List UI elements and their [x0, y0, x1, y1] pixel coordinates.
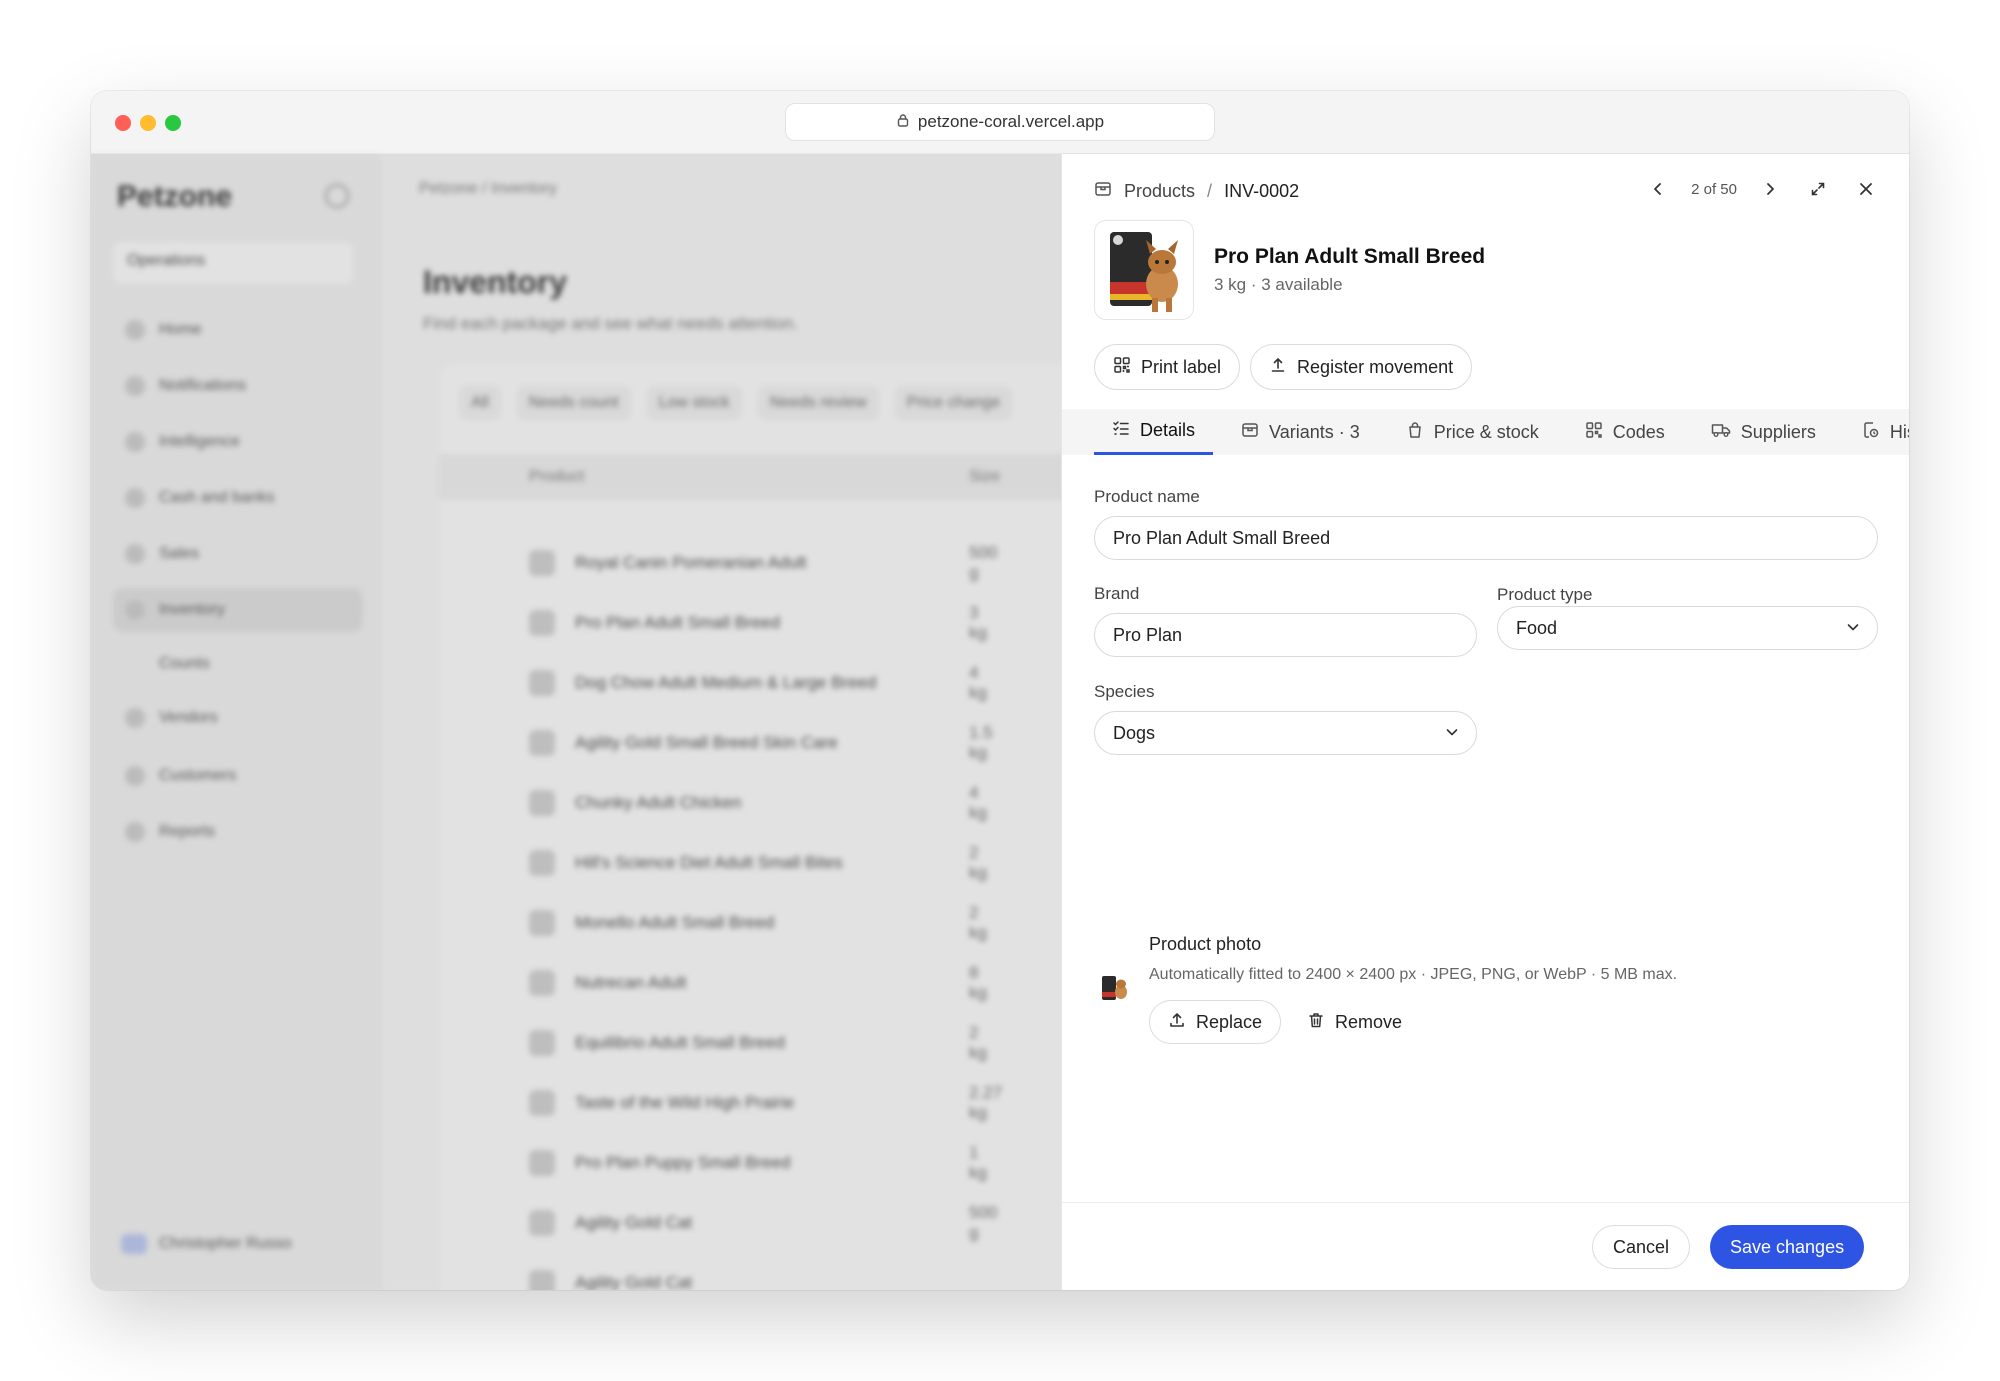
- brand-label: Brand: [1094, 584, 1140, 603]
- product-subtitle: 3 kg · 3 available: [1214, 275, 1343, 294]
- maximize-window-button[interactable]: [165, 115, 181, 131]
- product-title: Pro Plan Adult Small Breed: [1214, 245, 1486, 268]
- drawer-header: Products / INV-0002 2 of 50: [1062, 154, 1909, 230]
- register-movement-button[interactable]: Register movement: [1250, 344, 1473, 390]
- tab-history[interactable]: History: [1844, 409, 1909, 455]
- print-label-button[interactable]: Print label: [1094, 344, 1241, 390]
- breadcrumb: Products / INV-0002: [1094, 180, 1299, 203]
- trash-icon: [1307, 1011, 1325, 1034]
- file-clock-icon: [1862, 421, 1880, 444]
- product-name-input[interactable]: Pro Plan Adult Small Breed: [1094, 516, 1878, 560]
- chevron-down-icon: [1845, 619, 1861, 640]
- box-icon: [1094, 180, 1112, 203]
- photo-preview: [1098, 972, 1130, 1004]
- product-thumbnail: [1094, 220, 1194, 320]
- expand-icon[interactable]: [1803, 174, 1833, 204]
- tab-suppliers[interactable]: Suppliers: [1693, 409, 1834, 455]
- qr-code-icon: [1113, 356, 1131, 379]
- upload-icon: [1269, 356, 1287, 379]
- chevron-left-icon[interactable]: [1643, 174, 1673, 204]
- breadcrumb-current: INV-0002: [1224, 181, 1300, 201]
- pager-count: 2 of 50: [1691, 180, 1737, 198]
- tab-variants[interactable]: Variants · 3: [1223, 409, 1378, 455]
- drawer-tabs: Details Variants · 3 Price & stock Codes: [1062, 409, 1909, 455]
- replace-photo-button[interactable]: Replace: [1149, 1000, 1282, 1044]
- truck-icon: [1711, 421, 1731, 444]
- product-type-label: Product type: [1497, 585, 1593, 604]
- list-check-icon: [1112, 419, 1130, 442]
- product-type-select[interactable]: Food: [1497, 606, 1878, 650]
- product-image: [1110, 232, 1178, 312]
- product-summary: Pro Plan Adult Small Breed 3 kg · 3 avai…: [1094, 220, 1485, 320]
- qr-code-icon: [1585, 421, 1603, 444]
- product-name-label: Product name: [1094, 487, 1200, 506]
- box-icon: [1241, 421, 1259, 444]
- browser-titlebar: petzone-coral.vercel.app: [91, 91, 1909, 154]
- shopping-bag-icon: [1406, 421, 1424, 444]
- drawer-actions: Print label Register movement: [1094, 344, 1473, 390]
- address-bar[interactable]: petzone-coral.vercel.app: [785, 103, 1215, 141]
- product-drawer: Products / INV-0002 2 of 50 Pro Plan Adu…: [1061, 154, 1909, 1290]
- product-text: Pro Plan Adult Small Breed 3 kg · 3 avai…: [1214, 245, 1485, 295]
- breadcrumb-separator: /: [1207, 181, 1213, 201]
- modal-backdrop[interactable]: [91, 154, 1061, 1290]
- chevron-right-icon[interactable]: [1755, 174, 1785, 204]
- lock-icon: [896, 112, 910, 132]
- photo-description: Automatically fitted to 2400 × 2400 px ·…: [1149, 966, 1678, 983]
- record-pager: 2 of 50: [1643, 174, 1881, 204]
- brand-input[interactable]: Pro Plan: [1094, 613, 1477, 657]
- save-changes-button[interactable]: Save changes: [1710, 1225, 1865, 1269]
- photo-title: Product photo: [1149, 934, 1262, 954]
- photo-actions: Replace Remove: [1149, 1000, 1416, 1044]
- close-window-button[interactable]: [115, 115, 131, 131]
- product-image: [1102, 976, 1127, 1000]
- cancel-button[interactable]: Cancel: [1592, 1225, 1691, 1269]
- tab-codes[interactable]: Codes: [1567, 409, 1683, 455]
- remove-photo-button[interactable]: Remove: [1293, 1000, 1416, 1044]
- breadcrumb-products[interactable]: Products: [1124, 181, 1195, 202]
- tab-price-stock[interactable]: Price & stock: [1388, 409, 1557, 455]
- browser-window: petzone-coral.vercel.app Petzone Operati…: [91, 91, 1909, 1290]
- chevron-down-icon: [1444, 724, 1460, 745]
- minimize-window-button[interactable]: [140, 115, 156, 131]
- species-label: Species: [1094, 682, 1155, 701]
- tab-details[interactable]: Details: [1094, 409, 1214, 455]
- url-text: petzone-coral.vercel.app: [917, 112, 1105, 131]
- drawer-footer: Cancel Save changes: [1062, 1202, 1909, 1290]
- upload-icon: [1168, 1011, 1186, 1034]
- close-icon[interactable]: [1851, 174, 1881, 204]
- species-select[interactable]: Dogs: [1094, 711, 1477, 755]
